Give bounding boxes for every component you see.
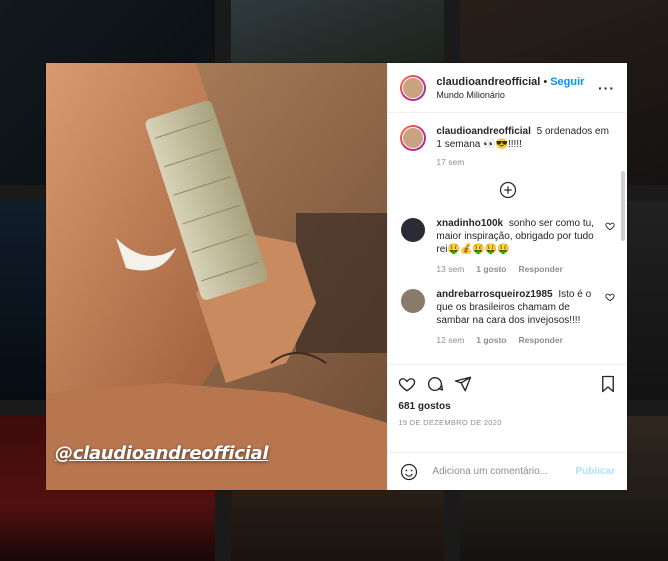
post-sidebar: claudioandreofficial • Seguir Mundo Milion… xyxy=(387,63,627,490)
comment-like-heart-icon[interactable] xyxy=(605,292,615,302)
post-location[interactable]: Mundo Milionário xyxy=(436,90,598,100)
comment-time[interactable]: 13 sem xyxy=(436,264,464,274)
likes-count[interactable]: 681 gostos xyxy=(398,401,617,412)
post-modal: @claudioandreofficial claudioandreoffici… xyxy=(46,63,627,490)
comment-likes[interactable]: 1 gosto xyxy=(476,264,506,274)
caption-avatar[interactable] xyxy=(400,125,427,151)
load-more-comments-button[interactable] xyxy=(400,181,615,199)
comment-time[interactable]: 12 sem xyxy=(436,335,464,345)
photo-watermark-handle: @claudioandreofficial xyxy=(55,443,269,464)
post-photo-illustration xyxy=(46,63,388,490)
reply-button[interactable]: Responder xyxy=(519,264,563,274)
post-photo[interactable]: @claudioandreofficial xyxy=(46,63,388,490)
plus-circle-icon xyxy=(499,181,516,199)
comment-meta: 12 sem 1 gosto Responder xyxy=(436,335,615,345)
reply-button[interactable]: Responder xyxy=(519,335,563,345)
header-separator: • xyxy=(543,75,548,88)
comment-avatar[interactable] xyxy=(400,288,427,314)
post-date[interactable]: 19 DE DEZEMBRO DE 2020 xyxy=(398,418,617,427)
comment-row: andrebarrosqueiroz1985 Isto é o que os b… xyxy=(400,288,615,327)
post-header: claudioandreofficial • Seguir Mundo Milion… xyxy=(388,63,627,113)
publish-button[interactable]: Publicar xyxy=(576,466,615,477)
add-comment-input[interactable] xyxy=(430,465,576,478)
caption-time[interactable]: 17 sem xyxy=(436,157,464,167)
author-username[interactable]: claudioandreofficial xyxy=(436,76,540,88)
comment-bubble-icon[interactable] xyxy=(426,375,444,393)
comment-row: xnadinho100k sonho ser como tu, maior in… xyxy=(400,217,615,256)
comments-scrollbar[interactable] xyxy=(621,171,625,241)
author-avatar[interactable] xyxy=(400,74,427,101)
caption-row: claudioandreofficial 5 ordenados em 1 se… xyxy=(400,125,615,151)
caption-username[interactable]: claudioandreofficial xyxy=(436,126,530,137)
add-comment-bar: Publicar xyxy=(388,452,627,490)
caption-meta: 17 sem xyxy=(436,157,615,167)
follow-button[interactable]: Seguir xyxy=(550,76,584,88)
comment-avatar[interactable] xyxy=(400,217,427,243)
comment-username[interactable]: xnadinho100k xyxy=(436,218,503,229)
save-bookmark-icon[interactable] xyxy=(599,375,617,393)
comment-likes[interactable]: 1 gosto xyxy=(476,335,506,345)
comments-list[interactable]: claudioandreofficial 5 ordenados em 1 se… xyxy=(388,113,627,364)
share-send-icon[interactable] xyxy=(454,375,472,393)
comment-username[interactable]: andrebarrosqueiroz1985 xyxy=(436,289,552,300)
comment-like-heart-icon[interactable] xyxy=(605,221,615,231)
post-actions: 681 gostos 19 DE DEZEMBRO DE 2020 xyxy=(388,364,627,452)
comment-meta: 13 sem 1 gosto Responder xyxy=(436,264,615,274)
like-heart-icon[interactable] xyxy=(398,375,416,393)
more-horizontal-icon[interactable]: ··· xyxy=(598,80,615,96)
emoji-smiley-icon[interactable] xyxy=(400,463,418,481)
